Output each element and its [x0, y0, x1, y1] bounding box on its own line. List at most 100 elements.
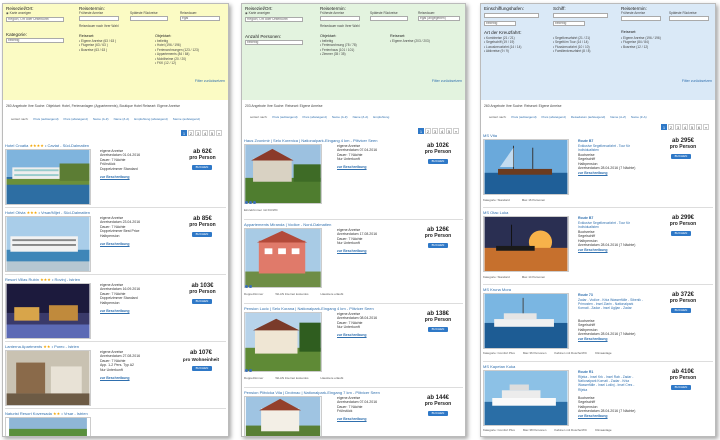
route-subtitle: Rijeka - Insel Krk - Insel Rab - Zadar -…	[578, 375, 635, 392]
travel-type-list[interactable]: ▪ Eigene Anreise (203 / 203)	[390, 39, 430, 43]
book-button[interactable]: BUCHEN	[671, 231, 691, 236]
hotel-photo[interactable]	[5, 283, 91, 339]
gallery-dots[interactable]	[245, 285, 252, 288]
sort-options[interactable]: sortiert nach: Preis (aufsteigend) Preis (…	[250, 115, 461, 119]
pagination[interactable]: 1 2 3 4 5 6»	[661, 124, 709, 130]
sort-options[interactable]: sortiert nach: Preis (aufsteigend) Preis (…	[11, 117, 224, 121]
apartment-title[interactable]: Pension Plitvicka Vila | Drobnac | Natio…	[244, 390, 380, 395]
hotel-title[interactable]: Hotel Olivia ★★★ • Vrsar/Mljet - Süd-Dal…	[5, 210, 90, 215]
cruise-type-list[interactable]: ▪ Kombireise (21 / 21) ▪ Segelschiff (19…	[484, 36, 521, 54]
description-link[interactable]: zur Beschreibung	[578, 337, 635, 341]
object-type-list[interactable]: ▪ beliebig ▪ Ferienwohnung (78 / 78) ▪ F…	[320, 39, 357, 57]
book-button[interactable]: BUCHEN	[428, 159, 448, 164]
sort-options[interactable]: sortiert nach: Preis (aufsteigend) Preis (…	[489, 115, 711, 119]
reset-filter-link[interactable]: Filter zurücksetzen	[682, 79, 712, 84]
earliest-arrival-input[interactable]	[621, 16, 661, 21]
description-link[interactable]: zur Beschreibung	[100, 175, 140, 179]
description-link[interactable]: zur Beschreibung	[100, 376, 140, 380]
description-link[interactable]: zur Beschreibung	[337, 333, 377, 337]
description-link[interactable]: zur Beschreibung	[337, 249, 377, 253]
description-link[interactable]: zur Beschreibung	[100, 242, 140, 246]
map-option[interactable]: ◉ Karte anzeigen	[6, 11, 31, 15]
ship-photo[interactable]	[483, 216, 569, 272]
ship-title[interactable]: MS Vita	[483, 133, 497, 138]
port-select[interactable]	[484, 13, 539, 18]
hotel-photo[interactable]	[5, 350, 91, 406]
apartment-title[interactable]: Pension Lucic | Selo Korana | Nationalpa…	[244, 306, 374, 311]
duration-select[interactable]: egal (angegeben)	[418, 16, 460, 21]
category-select[interactable]: beliebig	[6, 38, 64, 43]
hotel-photo[interactable]	[5, 149, 91, 205]
book-button[interactable]: BUCHEN	[192, 366, 212, 371]
hotel-title[interactable]: Lanterna Apartments ★★ • Porec - Istrien	[5, 344, 79, 349]
apartment-photo[interactable]	[244, 144, 322, 204]
ship-type-select[interactable]: beliebig	[553, 21, 585, 26]
travel-type-list[interactable]: ▪ Eigene Anreise (196 / 196) ▪ Flugreise…	[621, 36, 661, 49]
book-button[interactable]: BUCHEN	[671, 308, 691, 313]
apartment-title[interactable]: Appartements Miranda | Vodice - Nord-Dal…	[244, 222, 331, 227]
ship-photo[interactable]	[483, 139, 569, 195]
book-button[interactable]: BUCHEN	[428, 411, 448, 416]
hotel-title[interactable]: Naturist Resort Koversada ★★ • Vrsar - I…	[5, 411, 88, 416]
hotel-photo[interactable]	[5, 417, 91, 437]
gallery-dots[interactable]	[245, 201, 256, 204]
object-type-label: Objektart:	[155, 34, 172, 38]
hotel-photo[interactable]	[5, 216, 91, 272]
book-button[interactable]: BUCHEN	[192, 299, 212, 304]
description-link[interactable]: zur Beschreibung	[578, 414, 635, 418]
apartment-photo[interactable]	[244, 312, 322, 372]
description-link[interactable]: zur Beschreibung	[578, 248, 635, 252]
destination-input[interactable]: Region, Ort oder Unterkunft	[6, 17, 64, 22]
book-button[interactable]: BUCHEN	[192, 165, 212, 170]
route-name[interactable]: Route R1	[578, 370, 593, 374]
apartment-photo[interactable]	[244, 396, 322, 437]
route-name[interactable]: Route B7	[578, 139, 593, 143]
object-type-list[interactable]: ▪ beliebig ▪ Hotel (196 / 196) ▪ Ferienw…	[155, 39, 199, 65]
ship-select[interactable]	[553, 13, 608, 18]
pagination[interactable]: 1 2 3 4 5»	[418, 128, 459, 134]
book-button[interactable]: BUCHEN	[671, 154, 691, 159]
ship-title[interactable]: MS Otac Luka	[483, 210, 508, 215]
ship-label: Schiff:	[553, 6, 566, 11]
latest-return-input[interactable]	[370, 16, 408, 21]
earliest-arrival-label: Früheste Anreise	[621, 11, 646, 15]
duration-select[interactable]: beliebig	[484, 21, 516, 26]
cruise-type-list-2[interactable]: ▪ Segelkreuzfahrt (21 / 21) ▪ Segeltörn …	[553, 36, 590, 54]
ship-title[interactable]: MS Kruna Mora	[483, 287, 511, 292]
description-link[interactable]: zur Beschreibung	[578, 171, 635, 175]
price: ab 102€ pro Person	[424, 143, 452, 155]
book-button[interactable]: BUCHEN	[428, 327, 448, 332]
route-subtitle: Exklusive Segelkreuzfahrt - Tour für Ind…	[578, 221, 630, 230]
reset-filter-link[interactable]: Filter zurücksetzen	[195, 79, 225, 84]
ship-photo[interactable]	[483, 293, 569, 349]
reset-filter-link[interactable]: Filter zurücksetzen	[432, 79, 462, 84]
latest-return-input[interactable]	[669, 16, 709, 21]
travel-type-list[interactable]: ▪ Eigene Anreise (63 / 63 ) ▪ Flugreise …	[79, 39, 116, 52]
route-name[interactable]: Route B7	[578, 216, 593, 220]
cruise-type-label: Art der Kreuzfahrt:	[484, 30, 522, 35]
earliest-arrival-input[interactable]	[320, 16, 360, 21]
map-option[interactable]: ◉ Karte anzeigen	[245, 11, 270, 15]
destination-input[interactable]: Region, Ort oder Unterkunft	[245, 17, 303, 22]
book-button[interactable]: BUCHEN	[428, 243, 448, 248]
latest-return-input[interactable]	[130, 16, 168, 21]
divider	[483, 207, 713, 208]
description-link[interactable]: zur Beschreibung	[337, 417, 377, 421]
gallery-dots[interactable]	[245, 369, 252, 372]
price: ab 62€ pro Person	[189, 149, 216, 161]
hotel-title[interactable]: Hotel Croatia ★★★★ • Cavtat - Süd-Dalmat…	[5, 143, 89, 148]
ship-title[interactable]: MS Kapetan Kuka	[483, 364, 515, 369]
description-link[interactable]: zur Beschreibung	[337, 165, 377, 169]
description-link[interactable]: zur Beschreibung	[100, 309, 140, 313]
ship-photo[interactable]	[483, 370, 569, 426]
persons-select[interactable]: beliebig	[245, 40, 303, 45]
book-button[interactable]: BUCHEN	[192, 232, 212, 237]
pagination[interactable]: 1 2 3 4 5»	[181, 130, 222, 136]
apartment-photo[interactable]	[244, 228, 322, 288]
hotel-title[interactable]: Resort Villas Rubin ★★★ • Rovinj - Istri…	[5, 277, 80, 282]
duration-select[interactable]: egal	[180, 16, 220, 21]
earliest-arrival-input[interactable]	[79, 16, 119, 21]
route-name[interactable]: Route 73	[578, 293, 593, 297]
apartment-title[interactable]: Haus Zvonimir | Selo Korenica | National…	[244, 138, 377, 143]
book-button[interactable]: BUCHEN	[671, 385, 691, 390]
